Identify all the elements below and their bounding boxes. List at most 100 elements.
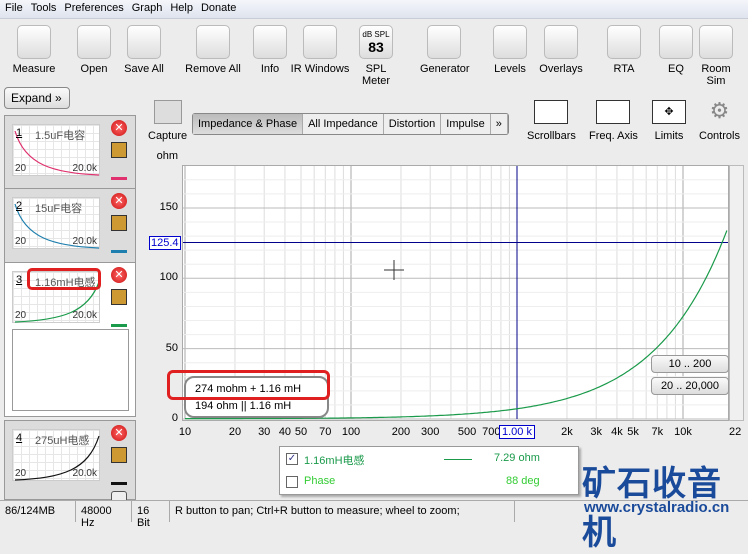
- vertical-scrollbar[interactable]: [729, 165, 744, 421]
- highlight-box: [27, 268, 101, 290]
- thumb-to: 20.0k: [72, 236, 97, 247]
- edit-icon[interactable]: [111, 142, 127, 158]
- close-icon[interactable]: ✕: [111, 120, 127, 136]
- y-tick-label: 0: [171, 412, 178, 424]
- toolbar-label: Info: [260, 63, 280, 75]
- folder-icon: [77, 25, 111, 59]
- spl-value: 83: [368, 38, 384, 55]
- tab-all-impedance[interactable]: All Impedance: [303, 114, 384, 134]
- close-icon[interactable]: ✕: [111, 267, 127, 283]
- save-icon: [127, 25, 161, 59]
- y-tick-label: 100: [159, 271, 178, 284]
- tab-impedance-phase[interactable]: Impedance & Phase: [193, 114, 304, 134]
- measure-button[interactable]: Measure: [10, 22, 58, 75]
- scrollbars-label: Scrollbars: [527, 130, 576, 142]
- capture-button[interactable]: Capture: [148, 100, 187, 142]
- limits-button[interactable]: ✥ Limits: [652, 100, 686, 142]
- cursor-y-readout: 125.4: [149, 236, 181, 250]
- measurement-name: 1.5uF电容: [35, 130, 86, 142]
- generator-button[interactable]: Generator: [420, 22, 470, 75]
- remove-all-button[interactable]: Remove All: [178, 22, 248, 75]
- toolbar-label: Open: [80, 63, 108, 75]
- color-pen-icon[interactable]: [111, 164, 127, 180]
- toolbar-label: Remove All: [185, 63, 241, 75]
- thumb-from: 20: [15, 468, 27, 479]
- model-parallel: 194 ohm || 1.16 mH: [195, 400, 292, 412]
- save-all-button[interactable]: Save All: [120, 22, 168, 75]
- toolbar-label: IR Windows: [290, 63, 350, 75]
- measurement-thumbnail: 1 1.5uF电容 20 20.0k: [12, 124, 100, 176]
- x-tick-label: 700: [482, 426, 501, 438]
- close-icon[interactable]: ✕: [111, 425, 127, 441]
- room-sim-button[interactable]: Room Sim: [692, 22, 740, 87]
- menu-graph[interactable]: Graph: [132, 2, 163, 16]
- thumb-to: 20.0k: [72, 310, 97, 321]
- legend-line: [444, 459, 472, 460]
- capture-label: Capture: [148, 130, 188, 142]
- overlays-icon: [544, 25, 578, 59]
- legend-checkbox-impedance[interactable]: ✓: [286, 453, 298, 465]
- remove-icon: [196, 25, 230, 59]
- measurement-number: 4: [16, 432, 23, 444]
- toolbar-label: Overlays: [539, 63, 583, 75]
- menu-help[interactable]: Help: [170, 2, 193, 16]
- scrollbars-icon: [534, 100, 569, 124]
- edit-icon[interactable]: [111, 215, 127, 231]
- toolbar-label: SPL Meter: [361, 63, 391, 87]
- thumb-from: 20: [15, 163, 27, 174]
- menu-file[interactable]: File: [5, 2, 23, 16]
- scrollbars-button[interactable]: Scrollbars: [527, 100, 576, 142]
- menu-preferences[interactable]: Preferences: [64, 2, 123, 16]
- levels-icon: [493, 25, 527, 59]
- edit-icon[interactable]: [111, 447, 127, 463]
- tab-distortion[interactable]: Distortion: [384, 114, 442, 134]
- range-x-button[interactable]: 20 .. 20,000: [651, 377, 729, 395]
- model-series: 274 mohm + 1.16 mH: [195, 383, 302, 395]
- levels-button[interactable]: Levels: [486, 22, 534, 75]
- controls-button[interactable]: ⚙ Controls: [699, 100, 740, 143]
- freq-axis-button[interactable]: Freq. Axis: [589, 100, 638, 142]
- expand-button[interactable]: Expand »: [4, 87, 70, 109]
- overlays-button[interactable]: Overlays: [537, 22, 585, 75]
- rta-icon: [607, 25, 641, 59]
- limits-label: Limits: [654, 130, 684, 142]
- color-pen-icon[interactable]: [111, 237, 127, 253]
- freq-axis-icon: [596, 100, 631, 124]
- thumb-from: 20: [15, 236, 27, 247]
- tab-impulse[interactable]: Impulse: [441, 114, 491, 134]
- color-pen-icon[interactable]: [111, 311, 127, 327]
- legend: ✓ 1.16mH电感 7.29 ohm Phase 88 deg: [279, 446, 579, 495]
- ir-windows-button[interactable]: IR Windows: [285, 22, 355, 75]
- spl-meter-icon: dB SPL 83: [359, 25, 393, 59]
- x-tick-label: 50: [294, 426, 308, 438]
- y-tick-label: 50: [165, 341, 178, 354]
- edit-icon[interactable]: [111, 289, 127, 305]
- notes-area[interactable]: [12, 329, 129, 411]
- camera-icon: [153, 100, 182, 124]
- rta-button[interactable]: RTA: [600, 22, 648, 75]
- legend-label-phase: Phase: [304, 475, 336, 487]
- spl-meter-button[interactable]: dB SPL 83 SPL Meter: [352, 22, 400, 87]
- menu-tools[interactable]: Tools: [31, 2, 57, 16]
- measurement-card[interactable]: 2 15uF电容 20 20.0k ✕: [4, 188, 136, 263]
- menu-donate[interactable]: Donate: [201, 2, 236, 16]
- info-icon: [253, 25, 287, 59]
- measurement-name: 15uF电容: [35, 203, 83, 215]
- legend-value-impedance: 7.29 ohm: [494, 452, 540, 464]
- x-tick-label: 300: [421, 426, 440, 438]
- measurement-card[interactable]: 3 1.16mH电感 20 20.0k ✕: [4, 262, 136, 417]
- legend-checkbox-phase[interactable]: [286, 476, 298, 488]
- measurement-thumbnail: 2 15uF电容 20 20.0k: [12, 197, 100, 249]
- range-y-button[interactable]: 10 .. 200: [651, 355, 729, 373]
- color-pen-icon[interactable]: [111, 469, 127, 485]
- open-button[interactable]: Open: [70, 22, 118, 75]
- menu-bar: File Tools Preferences Graph Help Donate: [0, 0, 748, 19]
- measurement-card[interactable]: 1 1.5uF电容 20 20.0k ✕: [4, 115, 136, 190]
- close-icon[interactable]: ✕: [111, 193, 127, 209]
- legend-value-phase: 88 deg: [506, 475, 540, 487]
- tab--[interactable]: »: [491, 114, 508, 134]
- x-tick-label: 70: [319, 426, 332, 438]
- thumb-to: 20.0k: [72, 163, 97, 174]
- y-tick-label: 150: [159, 200, 178, 213]
- measurement-card[interactable]: 4 275uH电感 20 20.0k ✕: [4, 420, 136, 507]
